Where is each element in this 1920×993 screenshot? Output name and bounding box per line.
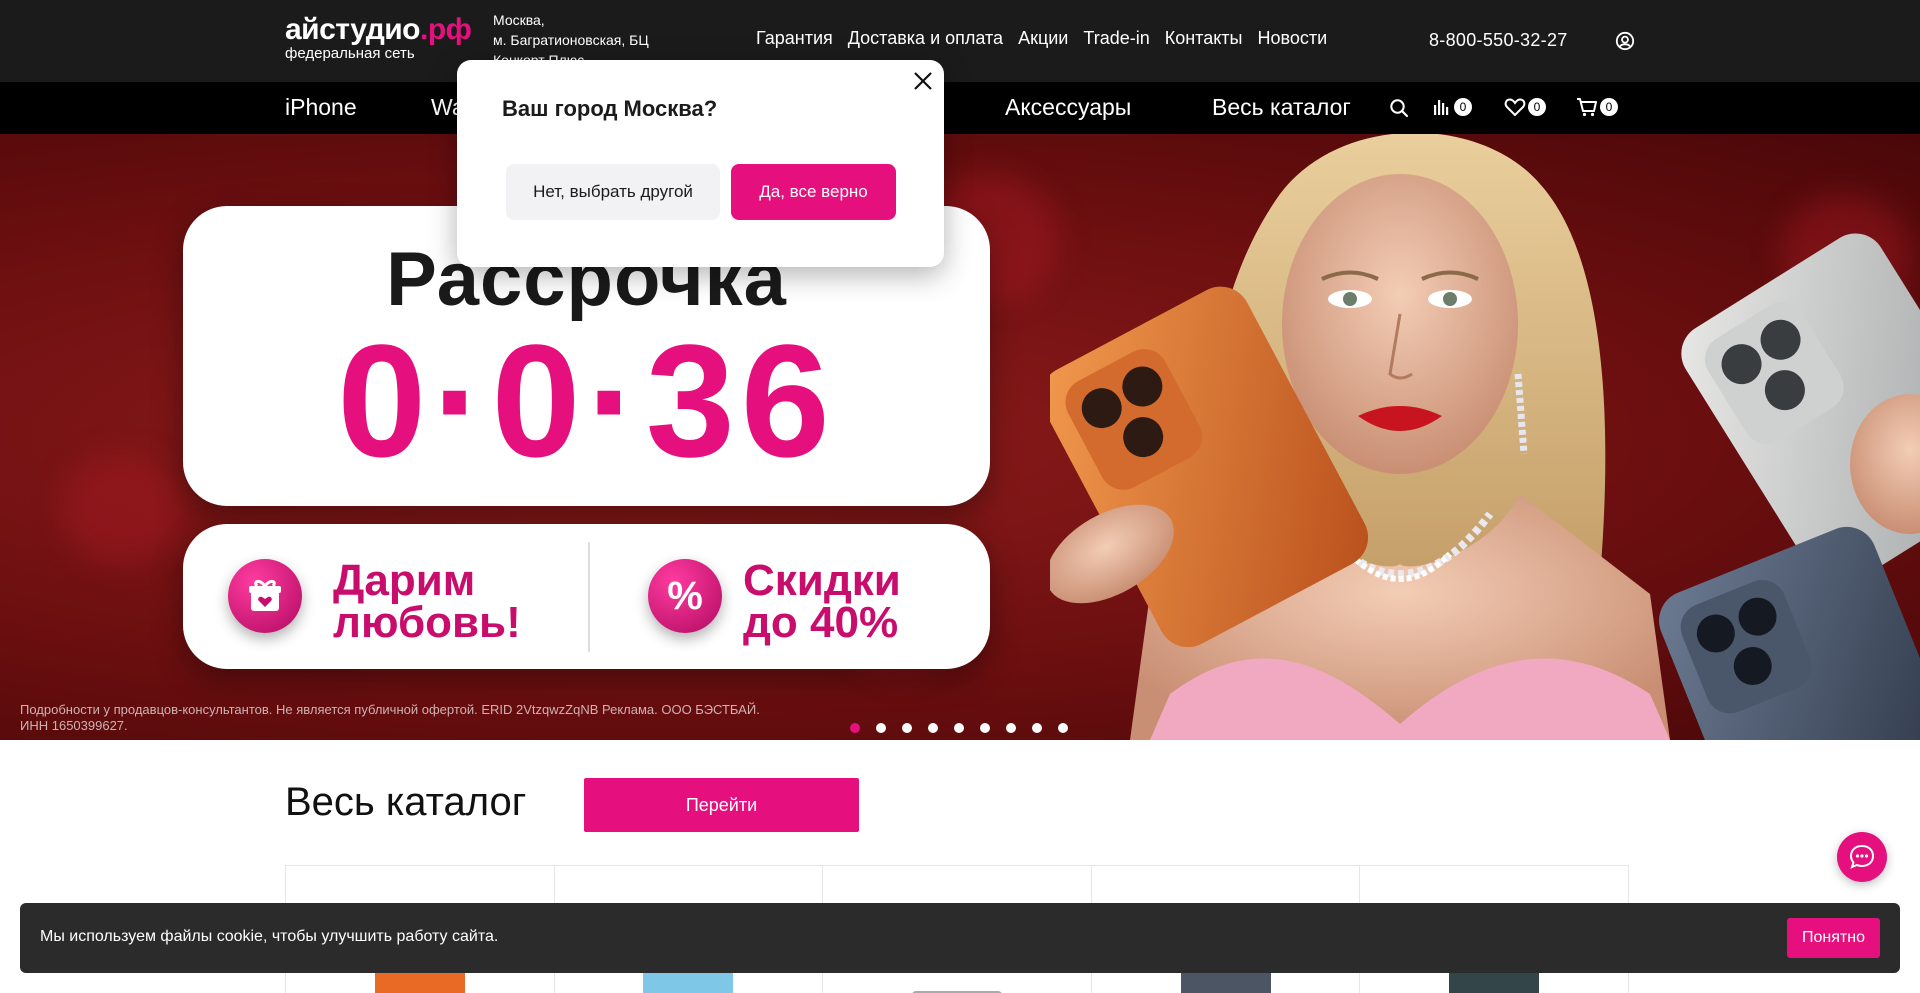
search-icon[interactable] xyxy=(1389,98,1409,118)
gift-icon xyxy=(228,559,302,633)
main-nav-accessories[interactable]: Аксессуары xyxy=(1005,94,1131,121)
logo-subtitle: федеральная сеть xyxy=(285,45,415,62)
close-icon[interactable] xyxy=(912,70,934,92)
carousel-dot[interactable] xyxy=(928,723,938,733)
carousel-dot[interactable] xyxy=(954,723,964,733)
catalog-heading: Весь каталог xyxy=(285,780,527,824)
nav-link-news[interactable]: Новости xyxy=(1257,28,1327,49)
main-nav: iPhone Wa Аксессуары Весь каталог 0 0 0 xyxy=(0,82,1920,134)
catalog-go-button[interactable]: Перейти xyxy=(584,778,859,832)
carousel-dot[interactable] xyxy=(850,723,860,733)
carousel-dot[interactable] xyxy=(1058,723,1068,733)
city-confirm-popup: Ваш город Москва? Нет, выбрать другой Да… xyxy=(457,60,944,267)
top-nav: Гарантия Доставка и оплата Акции Trade-i… xyxy=(756,28,1327,49)
address-street: м. Багратионовская, БЦ xyxy=(493,32,649,48)
promo-divider xyxy=(588,542,590,652)
carousel-dots xyxy=(850,723,1068,733)
hero-model-image xyxy=(1050,134,1920,740)
chat-button[interactable] xyxy=(1837,832,1887,882)
favorites-button[interactable]: 0 xyxy=(1504,97,1546,117)
carousel-dot[interactable] xyxy=(1006,723,1016,733)
carousel-dot[interactable] xyxy=(980,723,990,733)
installment-rate: 0·0·36 xyxy=(337,311,836,490)
site-logo[interactable]: айстудио.рф федеральная сеть xyxy=(285,13,472,63)
heart-icon xyxy=(1504,98,1526,117)
confirm-city-button[interactable]: Да, все верно xyxy=(731,164,896,220)
main-nav-catalog[interactable]: Весь каталог xyxy=(1212,94,1351,121)
nav-link-trade-in[interactable]: Trade-in xyxy=(1083,28,1149,49)
hero-banner[interactable]: Рассрочка 0·0·36 Дарим любовь! % Скидки … xyxy=(0,134,1920,740)
nav-link-delivery[interactable]: Доставка и оплата xyxy=(848,28,1003,49)
cookie-text: Мы используем файлы cookie, чтобы улучши… xyxy=(40,928,499,945)
top-header: айстудио.рф федеральная сеть Москва, м. … xyxy=(0,0,1920,82)
nav-link-promotions[interactable]: Акции xyxy=(1018,28,1068,49)
phone-number[interactable]: 8-800-550-32-27 xyxy=(1429,30,1568,51)
promo-discount-text: Скидки до 40% xyxy=(743,556,901,647)
choose-other-city-button[interactable]: Нет, выбрать другой xyxy=(506,164,720,220)
carousel-dot[interactable] xyxy=(1032,723,1042,733)
hero-disclaimer: Подробности у продавцов-консультантов. Н… xyxy=(20,702,760,733)
nav-link-contacts[interactable]: Контакты xyxy=(1165,28,1243,49)
compare-icon xyxy=(1434,100,1449,115)
promo-card: Дарим любовь! % Скидки до 40% xyxy=(183,524,990,669)
percent-icon: % xyxy=(648,559,722,633)
chat-bubble-icon xyxy=(1849,844,1875,869)
main-nav-iphone[interactable]: iPhone xyxy=(285,94,357,121)
cart-count: 0 xyxy=(1600,98,1618,116)
popup-title: Ваш город Москва? xyxy=(502,96,718,121)
carousel-dot[interactable] xyxy=(876,723,886,733)
decor-heart xyxy=(60,454,180,564)
promo-love-text: Дарим любовь! xyxy=(333,556,521,647)
cookie-banner: Мы используем файлы cookie, чтобы улучши… xyxy=(20,903,1900,973)
favorites-count: 0 xyxy=(1528,98,1546,116)
cookie-accept-button[interactable]: Понятно xyxy=(1787,918,1880,958)
compare-button[interactable]: 0 xyxy=(1432,97,1472,117)
compare-count: 0 xyxy=(1454,98,1472,116)
logo-title: айстудио.рф xyxy=(285,13,472,46)
nav-link-warranty[interactable]: Гарантия xyxy=(756,28,833,49)
cart-icon xyxy=(1577,98,1597,117)
cart-button[interactable]: 0 xyxy=(1576,97,1618,117)
address-city: Москва, xyxy=(493,12,545,28)
user-circle-icon[interactable] xyxy=(1615,31,1635,51)
carousel-dot[interactable] xyxy=(902,723,912,733)
